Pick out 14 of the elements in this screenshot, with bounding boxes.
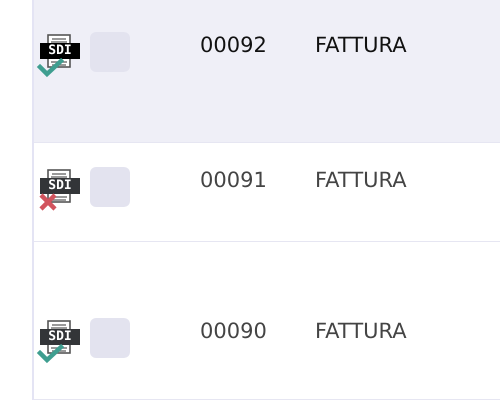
invoice-number: 00090: [200, 318, 268, 344]
sdi-label: SDI: [40, 329, 80, 345]
document-type: FATTURA: [315, 32, 407, 58]
invoice-number: 00091: [200, 167, 268, 193]
check-icon: [36, 342, 64, 364]
document-type: FATTURA: [315, 318, 407, 344]
invoice-row[interactable]: SDI 00092 FATTURA: [34, 0, 500, 143]
sdi-label: SDI: [40, 43, 80, 59]
invoice-number: 00092: [200, 32, 268, 58]
check-icon: [36, 56, 64, 78]
sdi-label: SDI: [40, 178, 80, 194]
row-checkbox[interactable]: [90, 318, 130, 358]
row-checkbox[interactable]: [90, 167, 130, 207]
document-type: FATTURA: [315, 167, 407, 193]
